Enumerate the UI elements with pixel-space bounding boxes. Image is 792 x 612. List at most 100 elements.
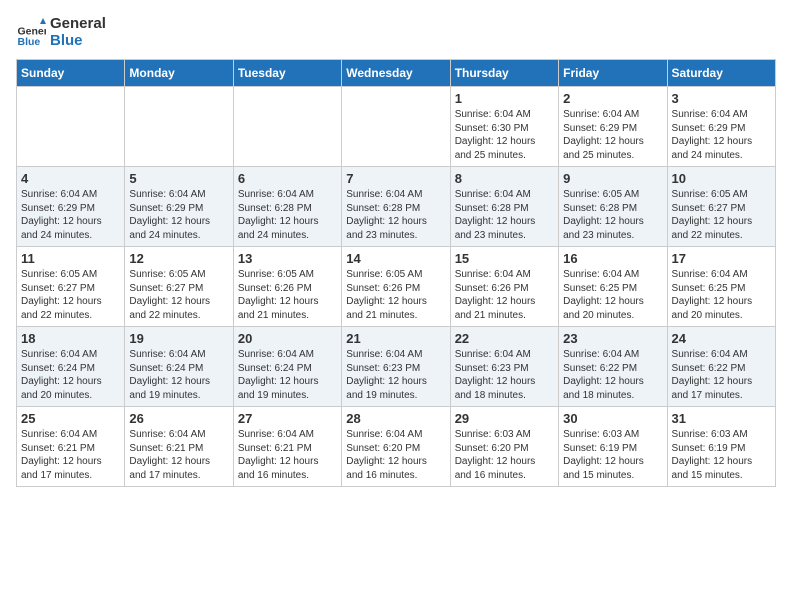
calendar-cell: 29 Sunrise: 6:03 AMSunset: 6:20 PMDaylig… xyxy=(450,407,558,487)
header: General Blue General Blue xyxy=(16,16,776,49)
day-number: 22 xyxy=(455,331,554,346)
day-info: Sunrise: 6:04 AMSunset: 6:21 PMDaylight:… xyxy=(21,429,102,481)
day-number: 24 xyxy=(672,331,771,346)
day-info: Sunrise: 6:05 AMSunset: 6:27 PMDaylight:… xyxy=(129,269,210,321)
day-number: 27 xyxy=(238,411,337,426)
day-info: Sunrise: 6:05 AMSunset: 6:28 PMDaylight:… xyxy=(563,189,644,241)
day-number: 30 xyxy=(563,411,662,426)
day-number: 20 xyxy=(238,331,337,346)
day-info: Sunrise: 6:04 AMSunset: 6:29 PMDaylight:… xyxy=(672,109,753,161)
day-info: Sunrise: 6:04 AMSunset: 6:28 PMDaylight:… xyxy=(455,189,536,241)
day-info: Sunrise: 6:04 AMSunset: 6:21 PMDaylight:… xyxy=(129,429,210,481)
calendar-cell: 16 Sunrise: 6:04 AMSunset: 6:25 PMDaylig… xyxy=(559,247,667,327)
calendar-table: SundayMondayTuesdayWednesdayThursdayFrid… xyxy=(16,59,776,487)
day-info: Sunrise: 6:04 AMSunset: 6:22 PMDaylight:… xyxy=(672,349,753,401)
calendar-cell xyxy=(125,87,233,167)
day-number: 7 xyxy=(346,171,445,186)
calendar-cell: 12 Sunrise: 6:05 AMSunset: 6:27 PMDaylig… xyxy=(125,247,233,327)
day-number: 2 xyxy=(563,91,662,106)
day-info: Sunrise: 6:04 AMSunset: 6:24 PMDaylight:… xyxy=(21,349,102,401)
day-info: Sunrise: 6:05 AMSunset: 6:26 PMDaylight:… xyxy=(346,269,427,321)
day-info: Sunrise: 6:03 AMSunset: 6:20 PMDaylight:… xyxy=(455,429,536,481)
calendar-cell xyxy=(342,87,450,167)
day-number: 16 xyxy=(563,251,662,266)
calendar-cell: 18 Sunrise: 6:04 AMSunset: 6:24 PMDaylig… xyxy=(17,327,125,407)
calendar-cell: 8 Sunrise: 6:04 AMSunset: 6:28 PMDayligh… xyxy=(450,167,558,247)
calendar-cell: 9 Sunrise: 6:05 AMSunset: 6:28 PMDayligh… xyxy=(559,167,667,247)
logo: General Blue General Blue xyxy=(16,16,106,49)
day-number: 23 xyxy=(563,331,662,346)
day-info: Sunrise: 6:04 AMSunset: 6:29 PMDaylight:… xyxy=(129,189,210,241)
day-info: Sunrise: 6:04 AMSunset: 6:24 PMDaylight:… xyxy=(238,349,319,401)
day-number: 4 xyxy=(21,171,120,186)
day-number: 21 xyxy=(346,331,445,346)
calendar-cell: 22 Sunrise: 6:04 AMSunset: 6:23 PMDaylig… xyxy=(450,327,558,407)
day-info: Sunrise: 6:04 AMSunset: 6:29 PMDaylight:… xyxy=(21,189,102,241)
svg-text:Blue: Blue xyxy=(18,36,41,48)
calendar-cell xyxy=(17,87,125,167)
calendar-cell: 4 Sunrise: 6:04 AMSunset: 6:29 PMDayligh… xyxy=(17,167,125,247)
day-number: 19 xyxy=(129,331,228,346)
calendar-cell: 14 Sunrise: 6:05 AMSunset: 6:26 PMDaylig… xyxy=(342,247,450,327)
weekday-header-sunday: Sunday xyxy=(17,60,125,87)
calendar-cell: 24 Sunrise: 6:04 AMSunset: 6:22 PMDaylig… xyxy=(667,327,775,407)
day-info: Sunrise: 6:05 AMSunset: 6:26 PMDaylight:… xyxy=(238,269,319,321)
day-info: Sunrise: 6:05 AMSunset: 6:27 PMDaylight:… xyxy=(672,189,753,241)
day-number: 25 xyxy=(21,411,120,426)
weekday-header-thursday: Thursday xyxy=(450,60,558,87)
day-info: Sunrise: 6:04 AMSunset: 6:28 PMDaylight:… xyxy=(238,189,319,241)
day-info: Sunrise: 6:04 AMSunset: 6:21 PMDaylight:… xyxy=(238,429,319,481)
weekday-header-monday: Monday xyxy=(125,60,233,87)
day-number: 17 xyxy=(672,251,771,266)
day-number: 15 xyxy=(455,251,554,266)
weekday-header-tuesday: Tuesday xyxy=(233,60,341,87)
day-number: 5 xyxy=(129,171,228,186)
logo-text: General Blue xyxy=(50,16,106,49)
calendar-cell: 27 Sunrise: 6:04 AMSunset: 6:21 PMDaylig… xyxy=(233,407,341,487)
calendar-cell: 5 Sunrise: 6:04 AMSunset: 6:29 PMDayligh… xyxy=(125,167,233,247)
day-info: Sunrise: 6:04 AMSunset: 6:26 PMDaylight:… xyxy=(455,269,536,321)
day-number: 12 xyxy=(129,251,228,266)
day-number: 6 xyxy=(238,171,337,186)
day-info: Sunrise: 6:04 AMSunset: 6:30 PMDaylight:… xyxy=(455,109,536,161)
day-number: 8 xyxy=(455,171,554,186)
weekday-header-saturday: Saturday xyxy=(667,60,775,87)
calendar-cell: 31 Sunrise: 6:03 AMSunset: 6:19 PMDaylig… xyxy=(667,407,775,487)
weekday-header-friday: Friday xyxy=(559,60,667,87)
day-info: Sunrise: 6:04 AMSunset: 6:25 PMDaylight:… xyxy=(672,269,753,321)
calendar-cell xyxy=(233,87,341,167)
day-info: Sunrise: 6:05 AMSunset: 6:27 PMDaylight:… xyxy=(21,269,102,321)
day-number: 13 xyxy=(238,251,337,266)
day-number: 9 xyxy=(563,171,662,186)
day-info: Sunrise: 6:04 AMSunset: 6:22 PMDaylight:… xyxy=(563,349,644,401)
calendar-cell: 15 Sunrise: 6:04 AMSunset: 6:26 PMDaylig… xyxy=(450,247,558,327)
calendar-cell: 11 Sunrise: 6:05 AMSunset: 6:27 PMDaylig… xyxy=(17,247,125,327)
day-info: Sunrise: 6:04 AMSunset: 6:29 PMDaylight:… xyxy=(563,109,644,161)
calendar-cell: 30 Sunrise: 6:03 AMSunset: 6:19 PMDaylig… xyxy=(559,407,667,487)
calendar-cell: 21 Sunrise: 6:04 AMSunset: 6:23 PMDaylig… xyxy=(342,327,450,407)
day-number: 18 xyxy=(21,331,120,346)
calendar-cell: 13 Sunrise: 6:05 AMSunset: 6:26 PMDaylig… xyxy=(233,247,341,327)
weekday-header-wednesday: Wednesday xyxy=(342,60,450,87)
calendar-cell: 7 Sunrise: 6:04 AMSunset: 6:28 PMDayligh… xyxy=(342,167,450,247)
calendar-cell: 10 Sunrise: 6:05 AMSunset: 6:27 PMDaylig… xyxy=(667,167,775,247)
day-info: Sunrise: 6:04 AMSunset: 6:20 PMDaylight:… xyxy=(346,429,427,481)
day-info: Sunrise: 6:03 AMSunset: 6:19 PMDaylight:… xyxy=(563,429,644,481)
day-info: Sunrise: 6:04 AMSunset: 6:23 PMDaylight:… xyxy=(346,349,427,401)
calendar-cell: 2 Sunrise: 6:04 AMSunset: 6:29 PMDayligh… xyxy=(559,87,667,167)
calendar-cell: 20 Sunrise: 6:04 AMSunset: 6:24 PMDaylig… xyxy=(233,327,341,407)
day-number: 29 xyxy=(455,411,554,426)
calendar-cell: 3 Sunrise: 6:04 AMSunset: 6:29 PMDayligh… xyxy=(667,87,775,167)
day-info: Sunrise: 6:04 AMSunset: 6:23 PMDaylight:… xyxy=(455,349,536,401)
calendar-cell: 23 Sunrise: 6:04 AMSunset: 6:22 PMDaylig… xyxy=(559,327,667,407)
day-info: Sunrise: 6:04 AMSunset: 6:24 PMDaylight:… xyxy=(129,349,210,401)
day-number: 1 xyxy=(455,91,554,106)
day-number: 28 xyxy=(346,411,445,426)
day-info: Sunrise: 6:04 AMSunset: 6:25 PMDaylight:… xyxy=(563,269,644,321)
calendar-cell: 28 Sunrise: 6:04 AMSunset: 6:20 PMDaylig… xyxy=(342,407,450,487)
day-number: 14 xyxy=(346,251,445,266)
logo-icon: General Blue xyxy=(16,18,46,48)
calendar-cell: 19 Sunrise: 6:04 AMSunset: 6:24 PMDaylig… xyxy=(125,327,233,407)
day-number: 10 xyxy=(672,171,771,186)
calendar-cell: 6 Sunrise: 6:04 AMSunset: 6:28 PMDayligh… xyxy=(233,167,341,247)
